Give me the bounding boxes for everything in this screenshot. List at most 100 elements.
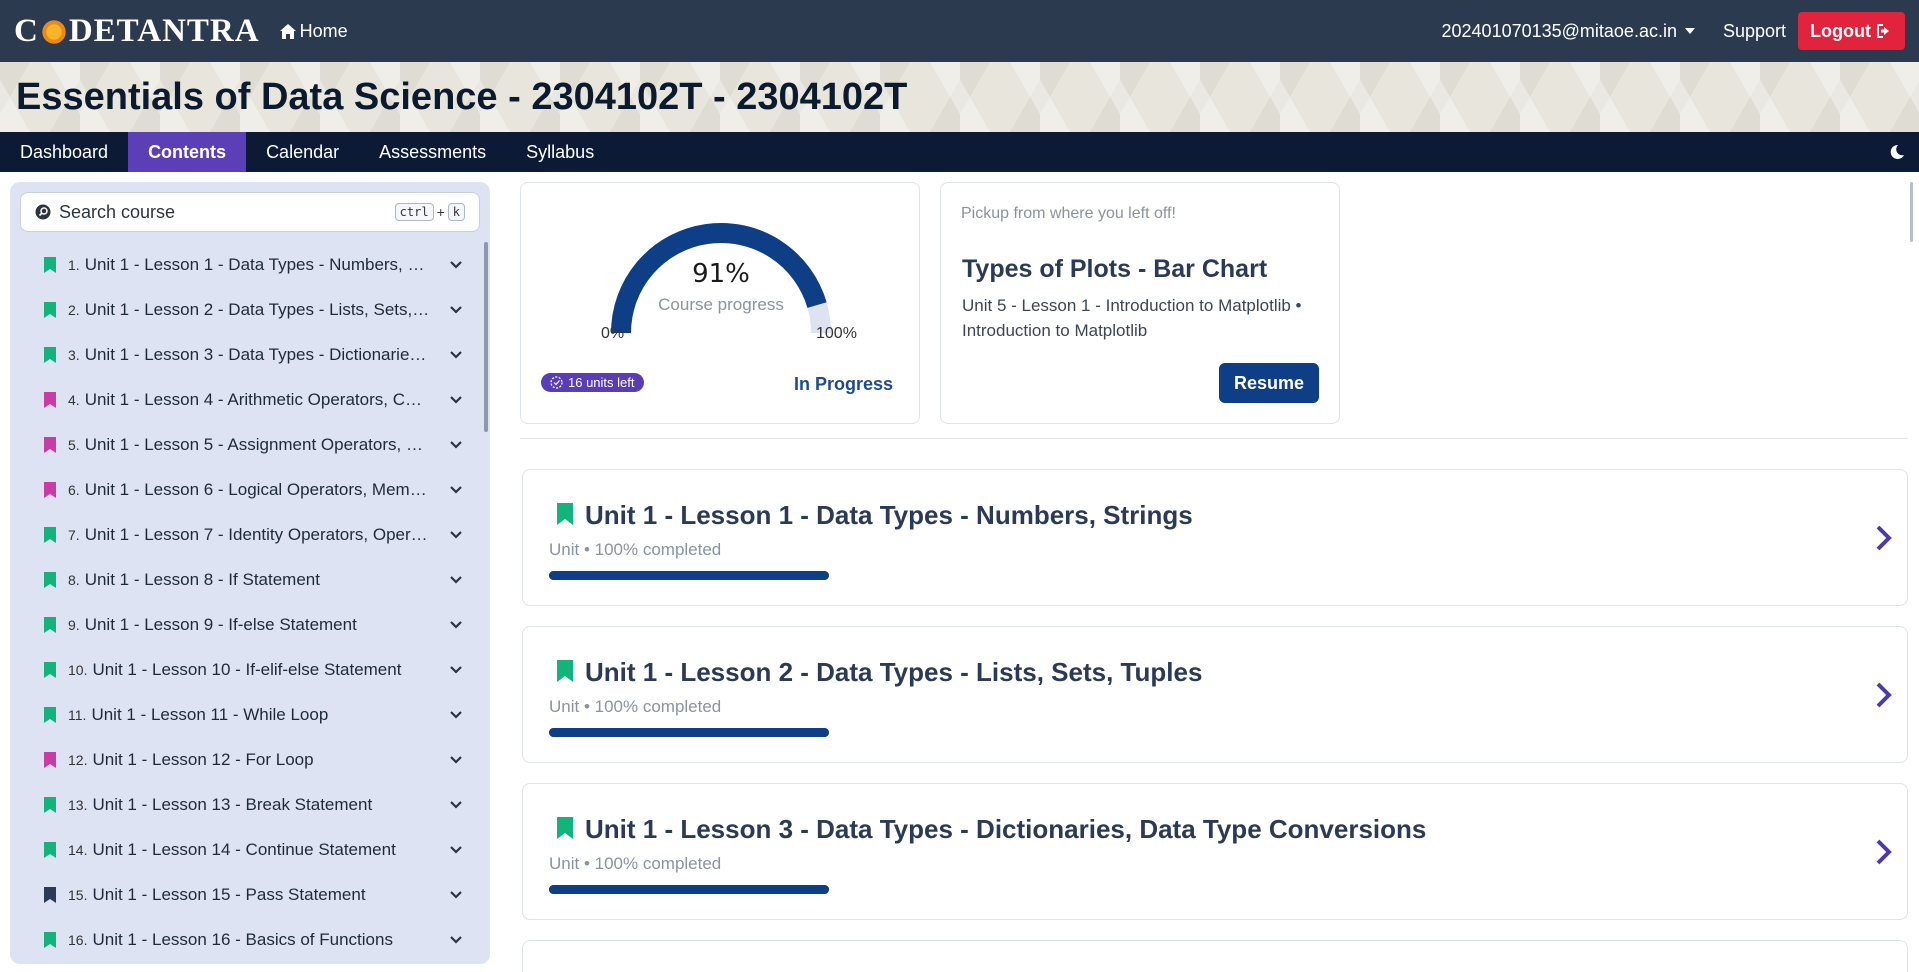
lesson-number: 6. [68,481,80,498]
user-menu-dropdown[interactable]: 202401070135@mitaoe.ac.in [1442,21,1695,42]
lesson-number: 16. [68,931,88,948]
lesson-progress-fill [549,885,829,894]
top-navbar: C DETANTRA Home 202401070135@mitaoe.ac.i… [0,0,1919,62]
lesson-number: 14. [68,841,88,858]
pickup-subtitle: Unit 5 - Lesson 1 - Introduction to Matp… [962,296,1302,340]
sidebar-lesson-item[interactable]: 12. Unit 1 - Lesson 12 - For Loop [10,737,484,782]
tab-contents[interactable]: Contents [128,132,247,172]
logo-text-detantra: DETANTRA [68,12,260,49]
lesson-title: Unit 1 - Lesson 14 - Continue Statement [92,839,396,859]
chevron-down-icon[interactable] [448,392,464,408]
progress-label: Course progress [658,295,784,314]
sidebar-lesson-item[interactable]: 7. Unit 1 - Lesson 7 - Identity Operators… [10,512,484,557]
chevron-down-icon[interactable] [448,752,464,768]
tab-dashboard[interactable]: Dashboard [0,132,128,172]
sidebar-lesson-item[interactable]: 1. Unit 1 - Lesson 1 - Data Types - Numbe… [10,242,484,287]
lesson-number: 10. [68,661,88,678]
sidebar-lesson-item[interactable]: 11. Unit 1 - Lesson 11 - While Loop [10,692,484,737]
sidebar-lesson-item[interactable]: 15. Unit 1 - Lesson 15 - Pass Statement [10,872,484,917]
user-email: 202401070135@mitaoe.ac.in [1441,20,1677,41]
lesson-title: Unit 1 - Lesson 11 - While Loop [91,704,329,724]
dark-mode-moon-icon[interactable] [1889,144,1905,160]
chevron-down-icon[interactable] [448,707,464,723]
codetantra-logo[interactable]: C DETANTRA [14,13,260,50]
chevron-down-icon[interactable] [448,797,464,813]
chevron-right-icon[interactable] [1875,524,1893,552]
lesson-progress-bar [549,885,829,894]
sidebar-lesson-item[interactable]: 8. Unit 1 - Lesson 8 - If Statement [10,557,484,602]
lesson-card[interactable]: Unit 1 - Lesson 2 - Data Types - Lists, … [522,626,1908,763]
logout-button[interactable]: Logout [1798,12,1905,50]
course-sidebar: Search course ctrl + k 1. Unit 1 - Lesson… [10,182,490,964]
lesson-card-meta: Unit • 100% completed [549,540,722,559]
chevron-down-icon[interactable] [448,482,464,498]
tab-calendar[interactable]: Calendar [246,132,359,172]
chevron-down-icon[interactable] [448,257,464,273]
support-link[interactable]: Support [1723,21,1786,42]
bookmark-icon [557,503,573,525]
lesson-title: Unit 1 - Lesson 5 - Assignment Operators… [84,434,430,454]
sidebar-lesson-item[interactable]: 13. Unit 1 - Lesson 13 - Break Statement [10,782,484,827]
chevron-right-icon[interactable] [1875,838,1893,866]
lesson-title: Unit 1 - Lesson 2 - Data Types - Lists, … [84,299,430,319]
bookmark-icon [44,886,56,903]
lesson-card[interactable]: Unit 1 - Lesson 1 - Data Types - Numbers… [522,469,1908,606]
lesson-card-partial[interactable] [522,940,1908,972]
sidebar-lesson-item[interactable]: 9. Unit 1 - Lesson 9 - If-else Statement [10,602,484,647]
lesson-progress-bar [549,728,829,737]
chevron-down-icon[interactable] [448,842,464,858]
progress-status: In Progress [793,374,893,394]
chevron-down-icon[interactable] [448,662,464,678]
lesson-title: Unit 1 - Lesson 4 - Arithmetic Operators… [84,389,430,409]
lesson-title: Unit 1 - Lesson 7 - Identity Operators, … [84,524,430,544]
sidebar-scrollbar[interactable] [484,242,488,432]
chevron-down-icon[interactable] [448,347,464,363]
bookmark-icon [44,931,56,948]
search-course-input[interactable]: Search course ctrl + k [20,192,480,232]
sidebar-lesson-item[interactable]: 3. Unit 1 - Lesson 3 - Data Types - Dicti… [10,332,484,377]
chevron-down-icon[interactable] [448,302,464,318]
lesson-card[interactable]: Unit 1 - Lesson 3 - Data Types - Diction… [522,783,1908,920]
tab-syllabus[interactable]: Syllabus [506,132,614,172]
resume-button[interactable]: Resume [1219,363,1319,403]
home-link[interactable]: Home [279,20,348,42]
sidebar-lesson-item[interactable]: 14. Unit 1 - Lesson 14 - Continue Stateme… [10,827,484,872]
lesson-title: Unit 1 - Lesson 12 - For Loop [92,749,314,769]
chevron-right-icon[interactable] [1875,681,1893,709]
chevron-down-icon[interactable] [448,572,464,588]
lesson-title: Unit 1 - Lesson 6 - Logical Operators, M… [84,479,430,499]
sidebar-lesson-item[interactable]: 10. Unit 1 - Lesson 10 - If-elif-else Sta… [10,647,484,692]
tab-assessments[interactable]: Assessments [359,132,506,172]
clock-dashed-icon [550,376,563,389]
sidebar-lesson-item[interactable]: 5. Unit 1 - Lesson 5 - Assignment Operato… [10,422,484,467]
lesson-number: 11. [68,706,87,723]
bookmark-icon [557,817,573,839]
bookmark-icon [44,301,56,318]
shortcut-plus: + [436,204,445,220]
chevron-down-icon[interactable] [448,932,464,948]
lesson-number: 4. [68,391,80,408]
sun-logo-icon [39,18,68,46]
gauge-max-label: 100% [816,325,857,342]
sidebar-lesson-item[interactable]: 2. Unit 1 - Lesson 2 - Data Types - Lists… [10,287,484,332]
caret-down-icon [1684,28,1695,34]
chevron-down-icon[interactable] [448,887,464,903]
bookmark-icon [44,751,56,768]
home-label: Home [299,20,348,41]
bookmark-icon [44,571,56,588]
section-divider [520,438,1908,439]
course-title: Essentials of Data Science - 2304102T - … [16,76,908,118]
sidebar-lesson-item[interactable]: 16. Unit 1 - Lesson 16 - Basics of Functi… [10,917,484,962]
bookmark-icon [44,346,56,363]
lesson-title: Unit 1 - Lesson 8 - If Statement [84,569,320,589]
sidebar-lesson-item[interactable]: 4. Unit 1 - Lesson 4 - Arithmetic Operato… [10,377,484,422]
sidebar-lesson-item[interactable]: 6. Unit 1 - Lesson 6 - Logical Operators,… [10,467,484,512]
chevron-down-icon[interactable] [448,437,464,453]
chevron-down-icon[interactable] [448,527,464,543]
lesson-number: 8. [68,571,80,588]
bookmark-icon [44,481,56,498]
lesson-title: Unit 1 - Lesson 13 - Break Statement [92,794,373,814]
chevron-down-icon[interactable] [448,617,464,633]
main-scrollbar[interactable] [1910,182,1913,242]
lesson-card-title: Unit 1 - Lesson 3 - Data Types - Diction… [585,814,1427,844]
